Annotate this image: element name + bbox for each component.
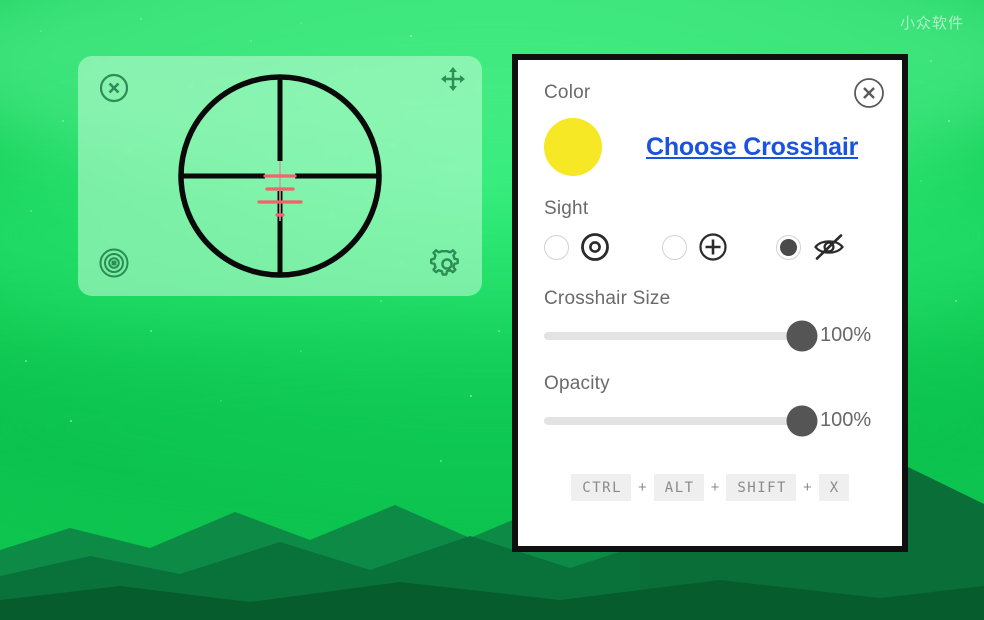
star-speck [62,120,64,122]
sight-option-hidden[interactable] [776,232,846,262]
color-section-label: Color [544,82,876,104]
sight-radio-hidden[interactable] [776,235,801,260]
sight-radio-dot[interactable] [544,235,569,260]
widget-move-icon[interactable] [440,66,466,97]
star-speck [380,300,382,302]
star-speck [955,300,957,302]
shortcut-key: X [819,474,849,501]
opacity-value: 100% [820,409,876,432]
eye-slash-icon [812,232,846,262]
star-speck [140,18,142,20]
crosshair-settings-panel: Color Choose Crosshair Sight Crosshair S… [512,54,908,552]
star-speck [470,395,472,397]
sight-section-label: Sight [544,198,876,220]
opacity-label: Opacity [544,373,876,395]
shortcut-key: ALT [654,474,704,501]
widget-close-icon[interactable] [98,72,130,109]
opacity-thumb[interactable] [787,405,818,436]
star-speck [25,360,27,362]
star-speck [440,460,442,462]
keyboard-shortcut: CTRL + ALT + SHIFT + X [544,474,876,501]
widget-gear-icon[interactable] [430,247,464,286]
star-speck [930,60,932,62]
star-speck [498,330,500,332]
color-swatch-button[interactable] [544,118,602,176]
star-speck [300,350,302,352]
crosshair-size-label: Crosshair Size [544,288,876,310]
sight-radio-plus[interactable] [662,235,687,260]
star-speck [410,35,412,37]
opacity-slider-row: 100% [544,409,876,432]
crosshair-size-slider[interactable] [544,332,802,340]
star-speck [250,40,252,42]
plus-in-circle-icon [698,232,728,262]
star-speck [150,330,152,332]
star-speck [40,30,42,32]
panel-close-icon[interactable] [852,76,886,115]
crosshair-size-slider-row: 100% [544,324,876,347]
star-speck [30,210,32,212]
sight-options-row [544,232,876,262]
crosshair-size-thumb[interactable] [787,320,818,351]
scope-reticle [173,69,387,283]
shortcut-separator: + [803,479,812,496]
shortcut-key: CTRL [571,474,631,501]
color-row: Choose Crosshair [544,118,876,176]
shortcut-separator: + [638,479,647,496]
crosshair-overlay-widget[interactable] [78,56,482,296]
star-speck [920,180,922,182]
widget-target-icon[interactable] [98,247,130,284]
star-speck [220,400,222,402]
opacity-slider[interactable] [544,417,802,425]
dot-in-circle-icon [580,232,610,262]
choose-crosshair-link[interactable]: Choose Crosshair [646,133,858,162]
desktop-wallpaper: 小众软件 Color Choose Crosshair Sight Crossh… [0,0,984,620]
star-speck [948,120,950,122]
crosshair-size-value: 100% [820,324,876,347]
watermark-text: 小众软件 [900,12,964,33]
shortcut-separator: + [711,479,720,496]
shortcut-key: SHIFT [726,474,796,501]
star-speck [70,420,72,422]
sight-option-dot[interactable] [544,232,610,262]
sight-option-plus[interactable] [662,232,728,262]
star-speck [300,22,302,24]
